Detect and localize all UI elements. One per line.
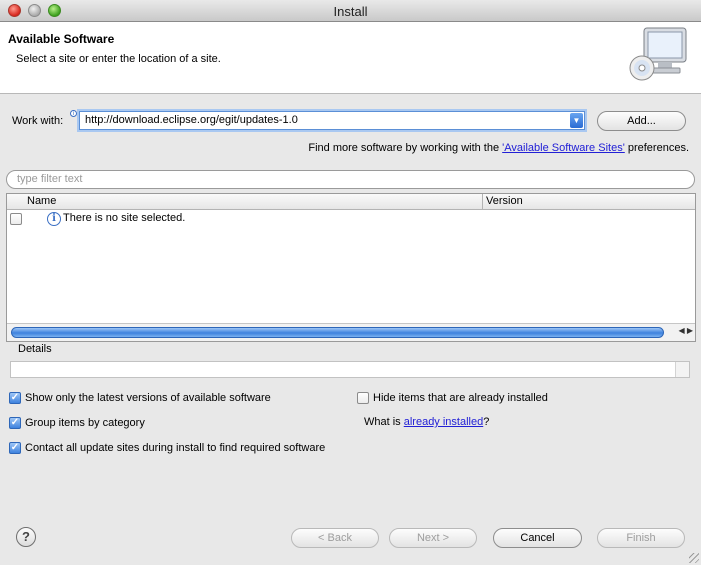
hide-installed-label[interactable]: Hide items that are already installed [373, 392, 548, 404]
software-table[interactable]: Name Version i There is no site selected… [6, 193, 696, 342]
info-icon: i [70, 110, 77, 117]
details-label: Details [18, 343, 52, 355]
work-with-value[interactable]: http://download.eclipse.org/egit/updates… [85, 114, 298, 126]
already-installed-link[interactable]: already installed [404, 416, 484, 428]
column-divider[interactable] [482, 194, 483, 210]
hide-installed-checkbox[interactable] [357, 392, 369, 404]
column-version[interactable]: Version [486, 195, 523, 207]
window-title: Install [333, 4, 368, 19]
what-is-prefix: What is [364, 416, 404, 428]
back-button[interactable]: < Back [291, 528, 379, 548]
monitor-with-cd-icon [629, 27, 687, 81]
help-icon[interactable]: ? [16, 527, 36, 547]
title-bar[interactable]: Install [0, 0, 701, 22]
filter-input[interactable]: type filter text [6, 170, 695, 189]
horizontal-scrollbar[interactable]: ◀ ▶ [7, 323, 695, 341]
find-more-suffix: preferences. [624, 142, 689, 154]
resize-grip-icon[interactable] [689, 553, 699, 563]
row-checkbox[interactable] [10, 213, 22, 225]
contact-all-sites-checkbox[interactable]: ✓ [9, 442, 21, 454]
add-site-button[interactable]: Add... [597, 111, 686, 131]
info-icon: i [47, 212, 61, 226]
what-is-installed-text: What is already installed? [364, 416, 489, 428]
available-sites-link[interactable]: 'Available Software Sites' [502, 142, 625, 154]
wizard-header: Available Software Select a site or ente… [0, 22, 701, 94]
find-more-prefix: Find more software by working with the [308, 142, 503, 154]
group-by-category-checkbox[interactable]: ✓ [9, 417, 21, 429]
page-title: Available Software [8, 32, 115, 46]
details-text [10, 361, 690, 378]
page-description: Select a site or enter the location of a… [16, 53, 221, 65]
column-name[interactable]: Name [27, 195, 56, 207]
scroll-arrows-icon[interactable]: ◀ ▶ [678, 326, 693, 335]
next-button[interactable]: Next > [389, 528, 477, 548]
work-with-combo[interactable]: http://download.eclipse.org/egit/updates… [79, 111, 585, 130]
group-by-category-label[interactable]: Group items by category [25, 417, 145, 429]
cancel-button[interactable]: Cancel [493, 528, 582, 548]
find-more-text: Find more software by working with the '… [308, 142, 689, 154]
filter-placeholder: type filter text [17, 173, 83, 185]
show-latest-checkbox[interactable]: ✓ [9, 392, 21, 404]
show-latest-label[interactable]: Show only the latest versions of availab… [25, 392, 271, 404]
what-is-suffix: ? [483, 416, 490, 428]
finish-button[interactable]: Finish [597, 528, 685, 548]
chevron-down-icon[interactable]: ▼ [570, 113, 583, 128]
work-with-label: Work with: [12, 115, 64, 127]
table-row[interactable]: There is no site selected. [63, 212, 185, 224]
contact-all-sites-label[interactable]: Contact all update sites during install … [25, 442, 325, 454]
table-header: Name Version [7, 194, 695, 210]
scrollbar-thumb[interactable] [11, 327, 664, 338]
details-scrollbar[interactable] [675, 362, 689, 377]
